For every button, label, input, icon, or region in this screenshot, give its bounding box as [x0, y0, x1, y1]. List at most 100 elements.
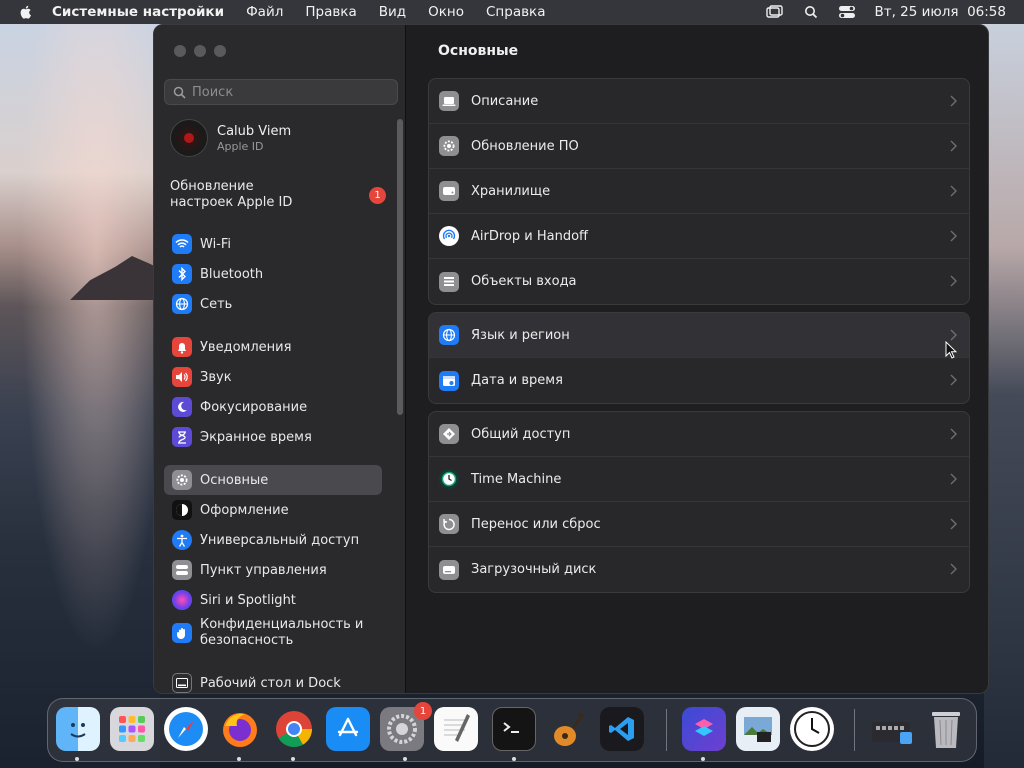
row-sharing[interactable]: Общий доступ	[429, 412, 969, 457]
menu-view[interactable]: Вид	[379, 4, 406, 20]
sidebar-item-focus[interactable]: Фокусирование	[164, 392, 382, 422]
row-software-update[interactable]: Обновление ПО	[429, 124, 969, 169]
row-label: Общий доступ	[471, 426, 571, 442]
chevron-right-icon	[950, 473, 957, 485]
row-airdrop-handoff[interactable]: AirDrop и Handoff	[429, 214, 969, 259]
trash-icon[interactable]	[924, 707, 968, 751]
row-label: Перенос или сброс	[471, 516, 601, 532]
row-time-machine[interactable]: Time Machine	[429, 457, 969, 502]
apple-id-update-item[interactable]: Обновление настроек Apple ID 1	[170, 179, 390, 211]
launchpad-icon[interactable]	[110, 707, 154, 751]
profile-name: Calub Viem	[217, 123, 292, 139]
app-store-icon[interactable]	[326, 707, 370, 751]
row-about[interactable]: Описание	[429, 79, 969, 124]
sidebar-item-wifi[interactable]: Wi-Fi	[164, 229, 382, 259]
globe-icon	[172, 294, 192, 314]
system-settings-window: Поиск Calub Viem Apple ID Обновление нас…	[153, 24, 989, 694]
sidebar-item-accessibility[interactable]: Универсальный доступ	[164, 525, 382, 555]
menu-help[interactable]: Справка	[486, 4, 545, 20]
sidebar-item-label: Siri и Spotlight	[200, 592, 296, 608]
sidebar-item-notifications[interactable]: Уведомления	[164, 332, 382, 362]
update-label: Обновление настроек Apple ID	[170, 179, 293, 210]
sidebar-item-label: Конфиденциальность и безопасность	[200, 617, 364, 648]
menu-bar: Системные настройки Файл Правка Вид Окно…	[0, 0, 1024, 24]
sidebar-item-label: Оформление	[200, 502, 289, 518]
vscode-icon[interactable]	[600, 707, 644, 751]
desktop-wallpaper-right	[984, 24, 1024, 768]
sidebar-item-label: Bluetooth	[200, 266, 264, 282]
control-center-icon[interactable]	[838, 5, 856, 19]
downloads-stack-icon[interactable]	[870, 707, 914, 751]
terminal-icon[interactable]	[492, 707, 536, 751]
sidebar-item-label: Уведомления	[200, 339, 292, 355]
main-content: Основные Описание Обновление ПО Хранилищ…	[407, 25, 988, 693]
sidebar-item-privacy[interactable]: Конфиденциальность и безопасность	[164, 613, 382, 653]
chrome-icon[interactable]	[272, 707, 316, 751]
sidebar-item-bluetooth[interactable]: Bluetooth	[164, 259, 382, 289]
shortcuts-icon[interactable]	[682, 707, 726, 751]
chevron-right-icon	[950, 275, 957, 287]
chevron-right-icon	[950, 518, 957, 530]
preview-icon[interactable]	[736, 707, 780, 751]
garageband-icon[interactable]	[546, 707, 590, 751]
sidebar-item-sound[interactable]: Звук	[164, 362, 382, 392]
search-icon	[173, 86, 186, 99]
row-storage[interactable]: Хранилище	[429, 169, 969, 214]
menu-file[interactable]: Файл	[246, 4, 283, 20]
search-input[interactable]: Поиск	[164, 79, 398, 105]
dock-icon	[172, 673, 192, 693]
sidebar-item-siri[interactable]: Siri и Spotlight	[164, 585, 382, 615]
speaker-icon	[172, 367, 192, 387]
zoom-button[interactable]	[214, 45, 226, 57]
sidebar-item-label: Wi-Fi	[200, 236, 232, 252]
sidebar-scrollbar[interactable]	[397, 119, 403, 415]
textedit-icon[interactable]	[434, 707, 478, 751]
close-button[interactable]	[174, 45, 186, 57]
sharing-icon	[439, 424, 459, 444]
finder-icon[interactable]	[56, 707, 100, 751]
row-startup-disk[interactable]: Загрузочный диск	[429, 547, 969, 592]
stage-manager-icon[interactable]	[766, 5, 784, 19]
row-label: Описание	[471, 93, 539, 109]
chevron-right-icon	[950, 563, 957, 575]
calendar-icon	[439, 370, 459, 391]
row-label: Загрузочный диск	[471, 562, 597, 577]
safari-icon[interactable]	[164, 707, 208, 751]
sidebar-item-network[interactable]: Сеть	[164, 289, 382, 319]
sidebar-item-control-center[interactable]: Пункт управления	[164, 555, 382, 585]
chevron-right-icon	[950, 428, 957, 440]
row-label: Хранилище	[471, 183, 551, 199]
menubar-clock[interactable]: Вт, 25 июля 06:58	[874, 4, 1006, 20]
sidebar: Поиск Calub Viem Apple ID Обновление нас…	[154, 25, 406, 693]
sidebar-item-desktop-dock[interactable]: Рабочий стол и Dock	[164, 668, 382, 693]
reset-icon	[439, 514, 459, 534]
sidebar-item-label: Звук	[200, 369, 232, 385]
sidebar-item-appearance[interactable]: Оформление	[164, 495, 382, 525]
row-label: Обновление ПО	[471, 138, 579, 154]
spotlight-search-icon[interactable]	[802, 5, 820, 19]
menu-edit[interactable]: Правка	[305, 4, 356, 20]
row-transfer-reset[interactable]: Перенос или сброс	[429, 502, 969, 547]
firefox-icon[interactable]	[218, 707, 262, 751]
sidebar-item-label: Пункт управления	[200, 562, 327, 578]
row-label: Time Machine	[471, 471, 562, 487]
sidebar-item-label: Рабочий стол и Dock	[200, 675, 341, 691]
sidebar-item-label: Экранное время	[200, 429, 312, 445]
sidebar-item-general[interactable]: Основные	[164, 465, 382, 495]
minimize-button[interactable]	[194, 45, 206, 57]
menu-window[interactable]: Окно	[428, 4, 464, 20]
row-language-region[interactable]: Язык и регион	[429, 313, 969, 358]
list-icon	[439, 271, 459, 292]
menu-app-name[interactable]: Системные настройки	[52, 4, 224, 20]
disk-icon	[439, 559, 459, 580]
apple-id-profile[interactable]: Calub Viem Apple ID	[170, 119, 291, 157]
avatar	[170, 119, 208, 157]
apple-menu-icon[interactable]	[18, 4, 34, 20]
row-label: Язык и регион	[471, 327, 570, 343]
row-login-items[interactable]: Объекты входа	[429, 259, 969, 304]
time-machine-icon	[439, 469, 459, 489]
row-date-time[interactable]: Дата и время	[429, 358, 969, 403]
sidebar-item-screen-time[interactable]: Экранное время	[164, 422, 382, 452]
settings-group-1: Описание Обновление ПО Хранилище AirDrop…	[428, 78, 970, 305]
clock-icon[interactable]	[790, 707, 834, 751]
